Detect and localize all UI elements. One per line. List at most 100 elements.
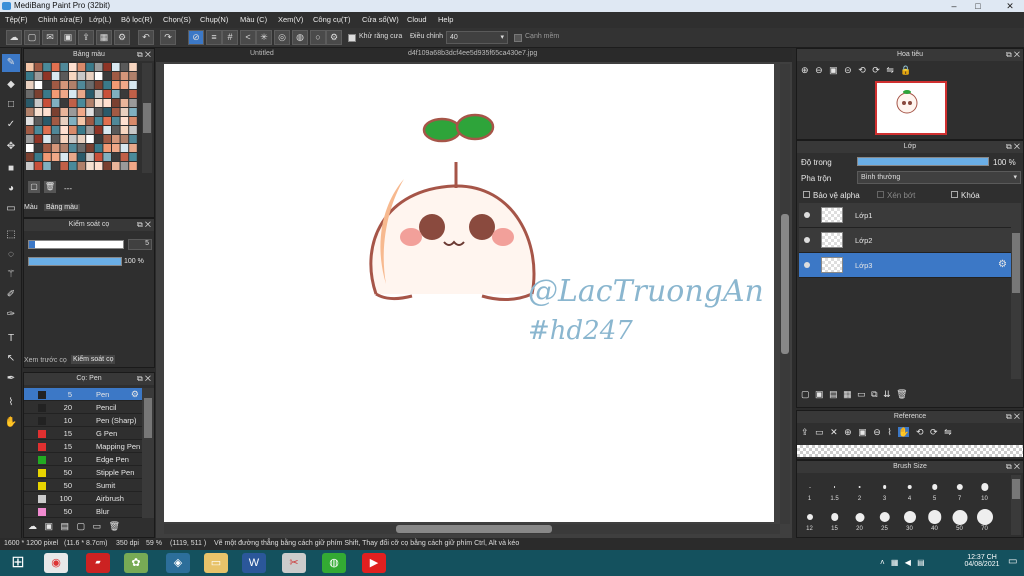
cross-snap-icon[interactable]: # <box>222 30 238 45</box>
new-file-icon[interactable]: ▢ <box>24 30 40 45</box>
layer-scrollbar[interactable] <box>1011 203 1021 379</box>
canvas-hscroll[interactable] <box>164 524 780 534</box>
brush-opacity-slider[interactable] <box>28 257 122 266</box>
menu-filter[interactable]: Bộ lọc(R) <box>121 15 152 24</box>
lock-icon[interactable]: 🔒 <box>900 65 911 75</box>
select-pen-icon[interactable]: ✐ <box>2 286 20 304</box>
green-app-icon[interactable]: ◍ <box>322 553 346 573</box>
explorer-icon[interactable]: ▭ <box>204 553 228 573</box>
rotate-right-icon[interactable]: ⟳ <box>930 427 938 437</box>
brush-row[interactable]: 10 Edge Pen <box>24 453 142 466</box>
brush-size-option[interactable]: 70 <box>972 505 997 533</box>
tab-untitled[interactable]: Untitled <box>250 50 274 57</box>
gradient-tool-icon[interactable]: ▭ <box>2 200 20 218</box>
gear-icon[interactable]: ⚙ <box>131 389 139 400</box>
zoom-in-icon[interactable]: ⊕ <box>801 65 809 75</box>
lock-checkbox[interactable] <box>951 191 958 198</box>
panel-close-icon[interactable]: ⧉ ✕ <box>1006 141 1020 153</box>
bucket-tool-icon[interactable]: ◕ <box>2 180 20 198</box>
brush-size-option[interactable]: 7 <box>947 475 972 503</box>
youtube-icon[interactable]: ▶ <box>362 553 386 573</box>
check-tool-icon[interactable]: ✓ <box>2 116 20 134</box>
snap-off-icon[interactable]: ⊘ <box>188 30 204 45</box>
panel-close-icon[interactable]: ⧉ ✕ <box>1006 411 1020 423</box>
add-halftone-layer-icon[interactable]: ▣ <box>815 389 824 399</box>
brush-cloud-icon[interactable]: ☁ <box>28 521 37 531</box>
correction-select[interactable]: 40 ▾ <box>446 31 508 44</box>
minimize-button[interactable]: – <box>944 0 964 12</box>
brush-row[interactable]: 50 Sumit <box>24 479 142 492</box>
hand-tool-icon[interactable]: ✋ <box>2 414 20 432</box>
lasso-tool-icon[interactable]: ◌ <box>2 246 20 264</box>
menu-select[interactable]: Chọn(S) <box>163 15 191 24</box>
volume-icon[interactable]: ◀ <box>905 558 911 567</box>
eye-icon[interactable] <box>804 262 810 268</box>
eye-icon[interactable] <box>804 237 810 243</box>
grid-icon[interactable]: ▦ <box>96 30 112 45</box>
close-reference-icon[interactable]: ✕ <box>830 427 838 437</box>
cloud-icon[interactable]: ☁ <box>6 30 22 45</box>
brush-size-slider[interactable] <box>28 240 124 249</box>
brush-row[interactable]: 20 Pencil <box>24 401 142 414</box>
brush-row[interactable]: 10 Pen (Sharp) <box>24 414 142 427</box>
brush-size-value[interactable]: 5 <box>128 239 152 250</box>
snap-settings-icon[interactable]: ⚙ <box>326 30 342 45</box>
eraser-tool-icon[interactable]: ◆ <box>2 76 20 94</box>
canvas-vscroll[interactable] <box>780 64 790 524</box>
smooth-checkbox[interactable] <box>514 34 522 42</box>
comment-icon[interactable]: ✉ <box>42 30 58 45</box>
eyedropper-icon[interactable]: ⌇ <box>887 427 891 437</box>
magic-wand-icon[interactable]: ⚚ <box>2 266 20 284</box>
brush-scrollbar[interactable] <box>142 388 154 518</box>
layer-row[interactable]: Lớp2 <box>799 228 1011 253</box>
tab-color[interactable]: Màu <box>24 204 38 211</box>
gear-icon[interactable]: ⚙ <box>998 259 1007 270</box>
brush-size-option[interactable]: 50 <box>947 505 972 533</box>
undo-icon[interactable]: ↶ <box>138 30 154 45</box>
curve-snap-icon[interactable]: ◍ <box>292 30 308 45</box>
tab-brush-preview[interactable]: Xem trước cọ <box>24 357 67 364</box>
layer-row[interactable]: Lớp1 <box>799 203 1011 228</box>
select-tool-icon[interactable]: ⬚ <box>2 226 20 244</box>
layer-row[interactable]: Lớp3 ⚙ <box>799 253 1011 278</box>
fit-icon[interactable]: ▣ <box>858 427 867 437</box>
brush-size-option[interactable]: 1.5 <box>822 475 847 503</box>
panel-close-icon[interactable]: ⧉ ✕ <box>137 49 151 61</box>
menu-cloud[interactable]: Cloud <box>407 15 427 24</box>
rotate-left-icon[interactable]: ⟲ <box>916 427 924 437</box>
delete-brush-icon[interactable]: 🗑 <box>109 521 120 531</box>
menu-capture[interactable]: Chụp(N) <box>200 15 228 24</box>
add-brush-icon[interactable]: ▣ <box>45 521 54 531</box>
layer-menu-icon[interactable]: ▦ <box>843 389 852 399</box>
reference-image-area[interactable] <box>797 445 1023 457</box>
menu-color[interactable]: Màu (C) <box>240 15 267 24</box>
close-button[interactable]: ✕ <box>996 0 1024 12</box>
brush-tool-icon[interactable]: ✎ <box>2 54 20 72</box>
panel-close-icon[interactable]: ⧉ ✕ <box>137 373 151 385</box>
export-icon[interactable]: ⇪ <box>78 30 94 45</box>
tab-brush-control[interactable]: Kiểm soát cọ <box>71 355 116 364</box>
vanish-snap-icon[interactable]: < <box>240 30 256 45</box>
network-icon[interactable]: ▦ <box>891 558 899 567</box>
brush-menu-icon[interactable]: ▤ <box>61 521 70 531</box>
brush-size-option[interactable]: 40 <box>922 505 947 533</box>
menu-file[interactable]: Tệp(F) <box>5 15 28 24</box>
add-color-icon[interactable]: ▢ <box>28 181 40 193</box>
menu-edit[interactable]: Chỉnh sửa(E) <box>38 15 83 24</box>
menu-layer[interactable]: Lớp(L) <box>89 15 111 24</box>
brush-size-option[interactable]: 1 <box>797 475 822 503</box>
ellipse-snap-icon[interactable]: ○ <box>310 30 326 45</box>
zoom-out-icon[interactable]: ⊖ <box>873 427 881 437</box>
menu-view[interactable]: Xem(V) <box>278 15 303 24</box>
clip-checkbox[interactable] <box>877 191 884 198</box>
word-icon[interactable]: W <box>242 553 266 573</box>
drawing-canvas[interactable]: @LacTruongAn #hd247 <box>164 64 774 522</box>
brush-size-option[interactable]: 12 <box>797 505 822 533</box>
folder-icon[interactable]: ▭ <box>93 521 102 531</box>
open-reference-icon[interactable]: ⇪ <box>801 427 809 437</box>
move-tool-icon[interactable]: ✥ <box>2 138 20 156</box>
shape-tool-icon[interactable]: ■ <box>2 160 20 178</box>
fit-icon[interactable]: ▣ <box>829 65 838 75</box>
radial-snap-icon[interactable]: ✳ <box>256 30 272 45</box>
brush-size-option[interactable]: 10 <box>972 475 997 503</box>
